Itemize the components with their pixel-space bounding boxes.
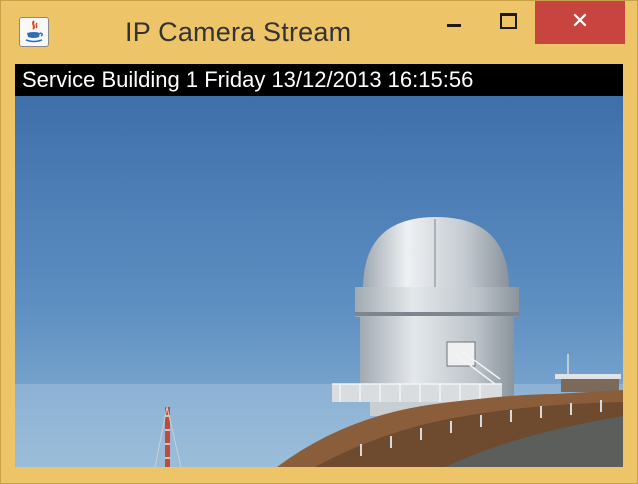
minimize-button[interactable] bbox=[428, 1, 480, 44]
maximize-button[interactable] bbox=[482, 1, 534, 44]
window-title: IP Camera Stream bbox=[125, 17, 352, 47]
maximize-icon bbox=[499, 12, 517, 29]
java-cup-icon[interactable] bbox=[19, 17, 49, 47]
app-window: IP Camera Stream ✕ Service Building 1 Fr… bbox=[0, 0, 638, 484]
stream-overlay-caption: Service Building 1 Friday 13/12/2013 16:… bbox=[15, 64, 623, 96]
camera-stream-view: Service Building 1 Friday 13/12/2013 16:… bbox=[15, 64, 623, 467]
title-bar[interactable]: IP Camera Stream ✕ bbox=[1, 1, 637, 63]
minimize-icon bbox=[447, 24, 461, 27]
close-icon: ✕ bbox=[570, 8, 590, 34]
camera-frame-image bbox=[15, 64, 623, 467]
close-button[interactable]: ✕ bbox=[535, 1, 625, 44]
